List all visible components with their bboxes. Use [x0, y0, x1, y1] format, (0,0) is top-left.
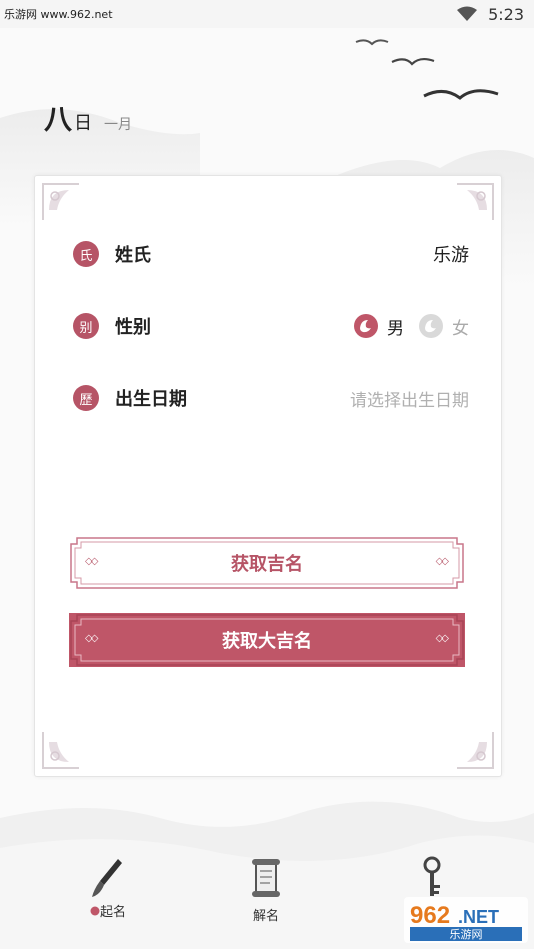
gender-male-label: 男	[387, 318, 404, 339]
naming-form-card: 氏 姓氏 乐游 别 性别 男 女 歷 出生日期 请选择出生日期 ◇◇ 获取吉名 …	[34, 175, 502, 777]
watermark-text: 乐游网 www.962.net	[4, 8, 113, 21]
gender-seal-icon: 别	[73, 313, 99, 339]
active-dot-icon	[90, 906, 100, 915]
nav-item-interpret[interactable]: 解名	[226, 855, 306, 935]
get-great-name-label: 获取大吉名	[222, 631, 312, 652]
surname-seal-icon: 氏	[73, 241, 99, 267]
gender-female-label: 女	[452, 318, 469, 339]
corner-ornament	[42, 183, 79, 220]
surname-value[interactable]: 乐游	[433, 241, 469, 267]
nav-label-wrap: 起名	[90, 901, 126, 920]
watermark-sub: 乐游网	[450, 928, 483, 941]
radio-unselected-icon	[419, 314, 443, 338]
month-label: 一月	[104, 117, 133, 133]
birthdate-picker[interactable]: 请选择出生日期	[350, 386, 469, 411]
date-display: 八 日 一月	[44, 98, 132, 138]
wifi-icon	[457, 6, 478, 21]
gender-label: 性别	[115, 317, 151, 338]
bird-icon	[355, 39, 389, 46]
status-bar: 乐游网 www.962.net 5:23	[0, 0, 534, 28]
status-time: 5:23	[488, 4, 524, 24]
brush-icon	[92, 859, 122, 897]
diamond-ornament-right: ◇◇	[435, 633, 449, 644]
corner-ornament	[457, 183, 494, 220]
get-great-name-button[interactable]: ◇◇ 获取大吉名 ◇◇	[69, 613, 465, 667]
diamond-ornament-left: ◇◇	[85, 633, 98, 644]
bird-icon	[423, 89, 499, 100]
nav-label-naming: 起名	[99, 905, 126, 920]
gender-row: 别 性别 男 女	[35, 306, 501, 346]
radio-selected-icon	[354, 314, 378, 338]
watermark-brand: 962	[410, 902, 450, 929]
get-good-name-button[interactable]: ◇◇ 获取吉名 ◇◇	[69, 536, 465, 590]
gender-option-male[interactable]: 男	[353, 313, 404, 339]
bird-icon	[391, 57, 435, 66]
gender-radio-group: 男 女	[339, 313, 469, 339]
birthdate-row[interactable]: 歷 出生日期 请选择出生日期	[35, 378, 501, 418]
day-number: 八	[44, 103, 73, 136]
surname-label: 姓氏	[115, 245, 151, 266]
nav-item-naming[interactable]: 起名	[68, 855, 148, 935]
birthdate-seal-icon: 歷	[73, 385, 99, 411]
scroll-icon	[252, 859, 280, 897]
diamond-ornament-right: ◇◇	[435, 556, 449, 567]
watermark-logo: 962 .NET 乐游网	[404, 897, 528, 943]
get-good-name-label: 获取吉名	[231, 554, 303, 575]
surname-row[interactable]: 氏 姓氏 乐游	[35, 234, 501, 274]
status-right: 5:23	[456, 5, 534, 24]
hourglass-key-icon	[423, 856, 441, 896]
watermark-suffix: .NET	[458, 907, 499, 927]
corner-ornament	[457, 732, 494, 769]
gender-option-female[interactable]: 女	[418, 313, 469, 339]
nav-label-interpret: 解名	[252, 909, 279, 924]
corner-ornament	[42, 732, 79, 769]
birthdate-label: 出生日期	[115, 389, 187, 410]
day-suffix: 日	[74, 113, 93, 134]
diamond-ornament-left: ◇◇	[85, 556, 98, 567]
